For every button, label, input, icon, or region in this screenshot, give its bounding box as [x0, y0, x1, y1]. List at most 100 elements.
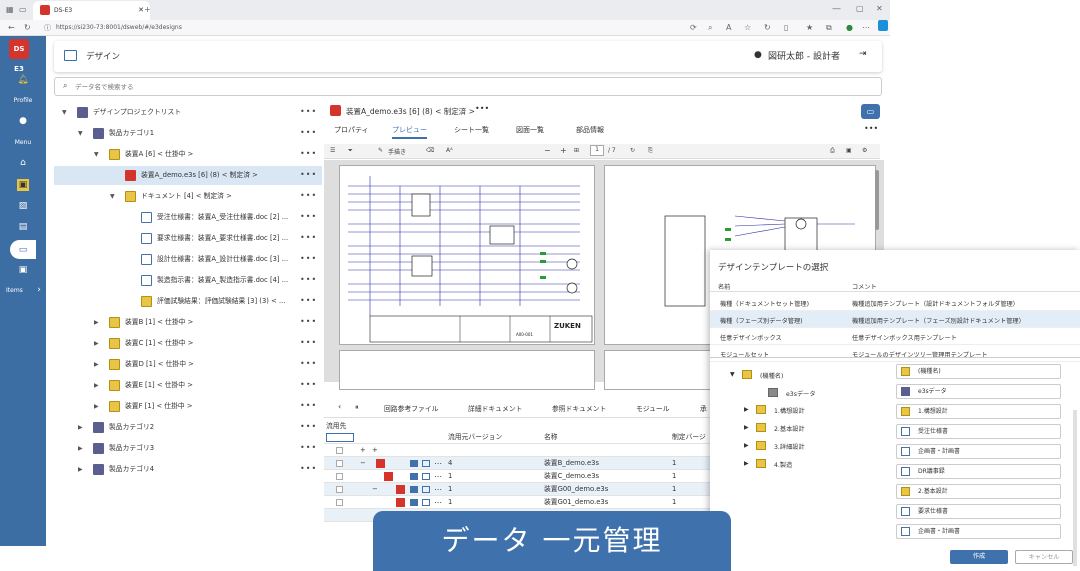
expand-icon[interactable]: + [360, 444, 366, 457]
bottom-tab[interactable]: 回路参考ファイル [384, 403, 438, 413]
browser-tab[interactable]: DS-E3 ✕ [33, 1, 150, 20]
search-input[interactable] [75, 80, 865, 93]
tree-row[interactable]: ▶ 装置E [1] < 仕掛中 > ••• [54, 376, 322, 395]
tree-more-icon[interactable]: ••• [300, 439, 317, 456]
menu-icon[interactable]: ☰ [330, 147, 335, 154]
tree-more-icon[interactable]: ••• [300, 250, 317, 267]
draw-tool-icon[interactable]: ✎ [378, 147, 383, 154]
fullscreen-button[interactable]: ▭ [861, 104, 880, 119]
home-icon[interactable]: ⌂ [17, 157, 29, 169]
copy-icon[interactable] [422, 499, 430, 506]
favorites-icon[interactable]: ★ [806, 22, 813, 34]
tree-row[interactable]: 装置A_demo.e3s [6] (8) < 制定済 > ••• [54, 166, 322, 185]
tree-row[interactable]: ▶ 製品カテゴリ2 ••• [54, 418, 322, 437]
tree-expander-icon[interactable]: ▶ [78, 418, 83, 437]
zoom-in-icon[interactable]: + [560, 146, 567, 155]
tree-row[interactable]: ▶ 装置F [1] < 仕掛中 > ••• [54, 397, 322, 416]
tree-more-icon[interactable]: ••• [300, 145, 317, 162]
tree-expander-icon[interactable]: ▶ [94, 355, 99, 374]
tree-more-icon[interactable]: ••• [300, 166, 317, 183]
tabs-more-icon[interactable]: ••• [864, 124, 878, 133]
tree-more-icon[interactable]: ••• [300, 313, 317, 330]
copy-icon[interactable] [422, 473, 430, 480]
collapse-icon[interactable]: − [360, 457, 366, 470]
template-node[interactable]: 企画書・計画書 [896, 444, 1061, 459]
tree-more-icon[interactable]: ••• [300, 334, 317, 351]
tree-row[interactable]: 要求仕様書：装置A_要求仕様書.doc [2] ... ••• [54, 229, 322, 248]
open-icon[interactable] [410, 499, 418, 506]
template-tree-row[interactable]: ▶ 2.基本設計 [710, 420, 890, 436]
table-row[interactable]: ⋯ 1 装置G01_demo.e3s 1 [324, 496, 714, 509]
extension-icon[interactable]: ● [846, 22, 853, 34]
template-node[interactable]: (機種名) [896, 364, 1061, 379]
approval-icon[interactable]: ▣ [17, 264, 29, 276]
open-icon[interactable] [410, 460, 418, 467]
table-row[interactable]: − ⋯ 4 装置B_demo.e3s 1 [324, 457, 714, 470]
row-checkbox[interactable] [336, 460, 343, 467]
bottom-tab[interactable]: 参照ドキュメント [552, 403, 606, 413]
open-icon[interactable] [410, 486, 418, 493]
tree-expander-icon[interactable]: ▼ [62, 103, 67, 122]
fit-page-icon[interactable]: ⊞ [574, 147, 579, 154]
open-icon[interactable] [410, 473, 418, 480]
reload-icon[interactable]: ↻ [24, 22, 31, 34]
bottom-tab[interactable]: 詳細ドキュメント [468, 403, 522, 413]
tree-more-icon[interactable]: ••• [300, 460, 317, 477]
template-tree-row[interactable]: ▶ 4.製造 [710, 456, 890, 472]
tree-expander-icon[interactable]: ▶ [744, 460, 749, 467]
eraser-icon[interactable]: ⌫ [426, 147, 434, 154]
logout-icon[interactable]: ⇥ [859, 49, 867, 59]
template-tree-row[interactable]: e3sデータ [710, 385, 890, 401]
maximize-icon[interactable]: ▢ [856, 3, 864, 15]
tree-more-icon[interactable]: ••• [300, 208, 317, 225]
tree-row[interactable]: ▶ 製品カテゴリ3 ••• [54, 439, 322, 458]
view-mode-icon[interactable]: ⎘ [648, 147, 653, 155]
tree-row[interactable]: ▶ 装置D [1] < 仕掛中 > ••• [54, 355, 322, 374]
tree-expander-icon[interactable]: ▶ [744, 424, 749, 431]
edit-icon[interactable]: ▨ [17, 200, 29, 212]
copy-icon[interactable] [422, 486, 430, 493]
page-input[interactable]: 1 [590, 145, 604, 156]
row-checkbox[interactable] [336, 486, 343, 493]
draw-tool-label[interactable]: 手描き [388, 147, 406, 156]
tree-more-icon[interactable]: ••• [300, 271, 317, 288]
tree-row[interactable]: 受注仕様書：装置A_受注仕様書.doc [2] ... ••• [54, 208, 322, 227]
template-row[interactable]: 機種（フェーズ別データ管理) 機種追加用テンプレート（フェーズ別設計ドキュメント管… [710, 311, 1080, 328]
tree-row[interactable]: ▼ 装置A [6] < 仕掛中 > ••• [54, 145, 322, 164]
tree-more-icon[interactable]: ••• [300, 355, 317, 372]
tree-expander-icon[interactable]: ▶ [744, 442, 749, 449]
url-field[interactable]: https://si230-73:8001/dsweb/#/e3designs [56, 21, 182, 35]
detail-more-icon[interactable]: ••• [475, 104, 489, 113]
toolbar-icon-1[interactable]: ⟳ [690, 22, 697, 34]
collapse-icon[interactable]: − [372, 483, 378, 496]
row-more-icon[interactable]: ⋯ [434, 457, 442, 470]
tree-row[interactable]: ▼ ドキュメント [4] < 制定済 > ••• [54, 187, 322, 206]
tree-row[interactable]: ▶ 装置C [1] < 仕掛中 > ••• [54, 334, 322, 353]
template-node[interactable]: 企画書・計画書 [896, 524, 1061, 539]
tree-row[interactable]: ▶ 装置B [1] < 仕掛中 > ••• [54, 313, 322, 332]
row-checkbox[interactable] [336, 499, 343, 506]
tree-expander-icon[interactable]: ▶ [94, 313, 99, 332]
tree-expander-icon[interactable]: ▶ [744, 406, 749, 413]
tree-row[interactable]: 設計仕様書：装置A_設計仕様書.doc [3] ... ••• [54, 250, 322, 269]
table-row[interactable]: − ⋯ 1 装置G00_demo.e3s 1 [324, 483, 714, 496]
read-aloud-icon[interactable]: A [726, 22, 731, 34]
dialog-scrollbar[interactable] [1073, 410, 1077, 566]
zoom-out-icon[interactable]: − [544, 146, 551, 155]
account-icon[interactable]: ● [17, 115, 29, 127]
notification-icon[interactable]: 🔔︎ [17, 74, 29, 86]
tabs-scroll-icon[interactable]: ⏸ [355, 403, 359, 412]
detail-tab[interactable]: シート一覧 [454, 125, 489, 135]
profile-label[interactable]: Profile [0, 97, 46, 104]
template-tree-row[interactable]: ▼ (機種名) [710, 367, 890, 383]
copilot-icon[interactable] [878, 20, 888, 31]
tree-expander-icon[interactable]: ▶ [94, 334, 99, 353]
template-row[interactable]: 任意デザインボックス 任意デザインボックス用テンプレート [710, 328, 1080, 345]
tree-more-icon[interactable]: ••• [300, 229, 317, 246]
tree-more-icon[interactable]: ••• [300, 103, 317, 120]
settings-icon[interactable]: ⚙ [862, 147, 867, 154]
back-icon[interactable]: ← [8, 22, 15, 34]
collections-icon[interactable]: ⧉ [826, 22, 832, 34]
tree-expander-icon[interactable]: ▼ [94, 145, 99, 164]
print-icon[interactable]: ⎙ [830, 147, 835, 155]
